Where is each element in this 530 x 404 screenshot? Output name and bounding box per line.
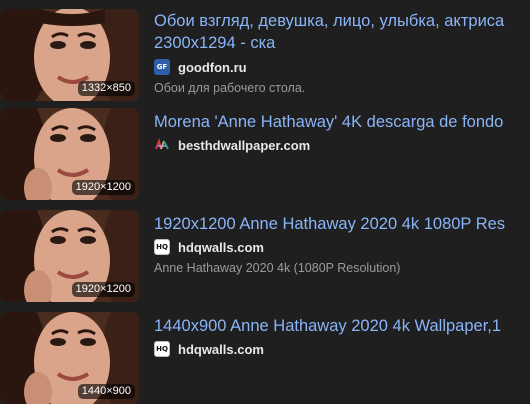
goodfon-favicon-icon: GF [154, 59, 170, 75]
result-title-link[interactable]: Morena 'Anne Hathaway' 4K descarga de fo… [154, 111, 530, 133]
besthdwallpaper-favicon-icon [154, 137, 170, 153]
result-source[interactable]: GF goodfon.ru [154, 58, 247, 76]
search-result-item: 1332×850 Обои взгляд, девушка, лицо, улы… [0, 9, 530, 101]
result-source[interactable]: HQ hdqwalls.com [154, 340, 264, 358]
source-domain: goodfon.ru [178, 59, 247, 75]
hdqwalls-favicon-icon: HQ [154, 239, 170, 255]
result-source[interactable]: HQ hdqwalls.com [154, 238, 264, 256]
result-thumbnail[interactable]: 1920×1200 [0, 108, 139, 200]
resolution-badge: 1920×1200 [71, 180, 135, 195]
hdqwalls-favicon-icon: HQ [154, 341, 170, 357]
source-domain: hdqwalls.com [178, 341, 264, 357]
result-title-link[interactable]: 1440x900 Anne Hathaway 2020 4k Wallpaper… [154, 315, 530, 337]
source-domain: besthdwallpaper.com [178, 137, 311, 153]
result-title-link[interactable]: Обои взгляд, девушка, лицо, улыбка, актр… [154, 10, 530, 54]
result-description: Anne Hathaway 2020 4k (1080P Resolution) [154, 261, 401, 275]
source-domain: hdqwalls.com [178, 239, 264, 255]
image-search-results: 1332×850 Обои взгляд, девушка, лицо, улы… [0, 0, 530, 404]
result-thumbnail[interactable]: 1332×850 [0, 9, 139, 101]
result-thumbnail[interactable]: 1440×900 [0, 312, 139, 404]
resolution-badge: 1440×900 [77, 384, 135, 399]
search-result-item: 1920×1200 1920x1200 Anne Hathaway 2020 4… [0, 210, 530, 302]
resolution-badge: 1920×1200 [71, 282, 135, 297]
search-result-item: 1440×900 1440x900 Anne Hathaway 2020 4k … [0, 312, 530, 404]
result-source[interactable]: besthdwallpaper.com [154, 136, 310, 154]
result-description: Обои для рабочего стола. [154, 81, 306, 95]
search-result-item: 1920×1200 Morena 'Anne Hathaway' 4K desc… [0, 108, 530, 200]
resolution-badge: 1332×850 [77, 81, 135, 96]
result-thumbnail[interactable]: 1920×1200 [0, 210, 139, 302]
result-title-link[interactable]: 1920x1200 Anne Hathaway 2020 4k 1080P Re… [154, 213, 530, 235]
